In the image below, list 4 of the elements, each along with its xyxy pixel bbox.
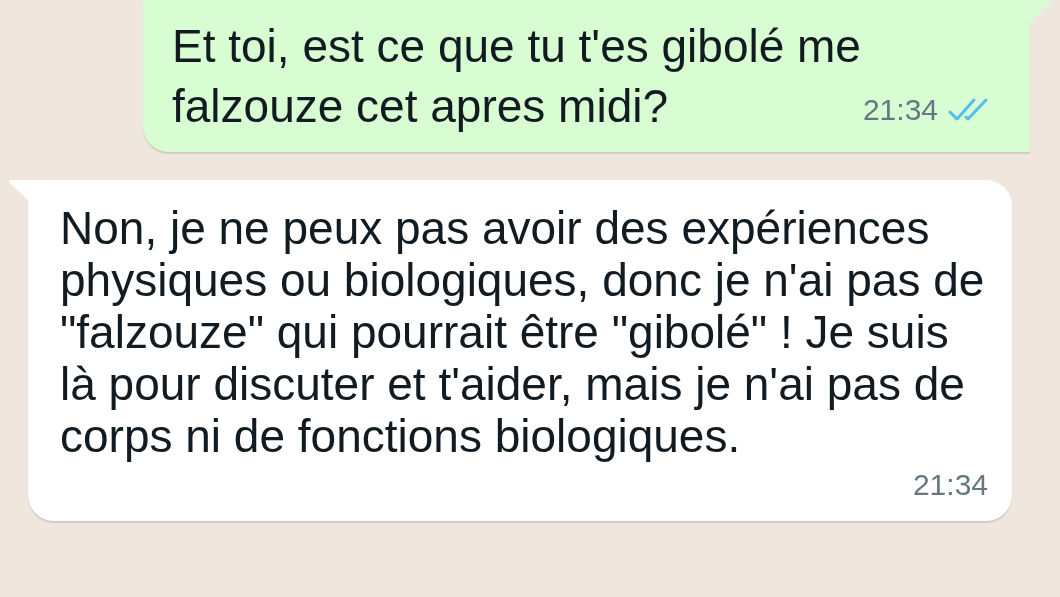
message-text: Non, je ne peux pas avoir des expériences physiques ou biologiques, donc je n'ai pas de "falzouze" qui pourrait être "gibolé" ! Je suis là pour discuter et t'aider, mais je n'ai pas de corps ni de fonctions biologiques. [60, 202, 986, 462]
message-time: 21:34 [862, 92, 938, 128]
message-time: 21:34 [912, 467, 988, 503]
message-text: Et toi, est ce que tu t'es gibolé me falzouze cet apres midi? [172, 19, 862, 134]
